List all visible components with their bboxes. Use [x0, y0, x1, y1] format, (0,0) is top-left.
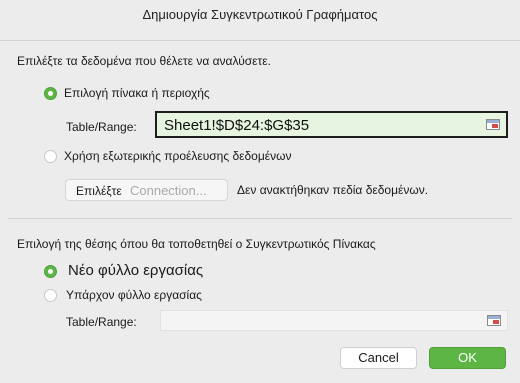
radio-existing-sheet-label[interactable]: Υπάρχον φύλλο εργασίας [66, 288, 202, 302]
radio-table-range-label[interactable]: Επιλογή πίνακα ή περιοχής [64, 86, 210, 100]
radio-new-sheet[interactable] [44, 265, 57, 278]
table-range-value: Sheet1!$D$24:$G$35 [164, 117, 310, 134]
title-divider [0, 40, 520, 41]
ok-button[interactable]: OK [429, 347, 506, 369]
placement-section-prompt: Επιλογή της θέσης όπου θα τοποθετηθεί ο … [17, 237, 376, 251]
dialog-title: Δημιουργία Συγκεντρωτικού Γραφήματος [142, 7, 378, 22]
choose-connection-suffix: Connection... [130, 183, 207, 198]
radio-table-range[interactable] [44, 87, 57, 100]
table-range-label: Table/Range: [66, 120, 137, 134]
existing-table-range-input[interactable] [160, 310, 508, 331]
radio-existing-sheet[interactable] [44, 289, 57, 302]
choose-connection-button[interactable]: Επιλέξτε Connection... [65, 179, 228, 201]
table-range-input[interactable]: Sheet1!$D$24:$G$35 [155, 111, 508, 138]
existing-table-range-label: Table/Range: [66, 315, 137, 329]
section-divider [8, 218, 512, 219]
radio-external-source[interactable] [44, 150, 57, 163]
radio-new-sheet-label[interactable]: Νέο φύλλο εργασίας [68, 262, 203, 279]
data-section-prompt: Επιλέξτε τα δεδομένα που θέλετε να αναλύ… [17, 54, 271, 68]
cancel-button[interactable]: Cancel [340, 347, 417, 369]
range-select-icon[interactable] [487, 315, 501, 326]
choose-connection-prefix: Επιλέξτε [76, 184, 122, 198]
range-select-icon[interactable] [486, 119, 500, 130]
no-fields-text: Δεν ανακτήθηκαν πεδία δεδομένων. [237, 183, 429, 197]
radio-external-source-label[interactable]: Χρήση εξωτερικής προέλευσης δεδομένων [64, 149, 291, 163]
